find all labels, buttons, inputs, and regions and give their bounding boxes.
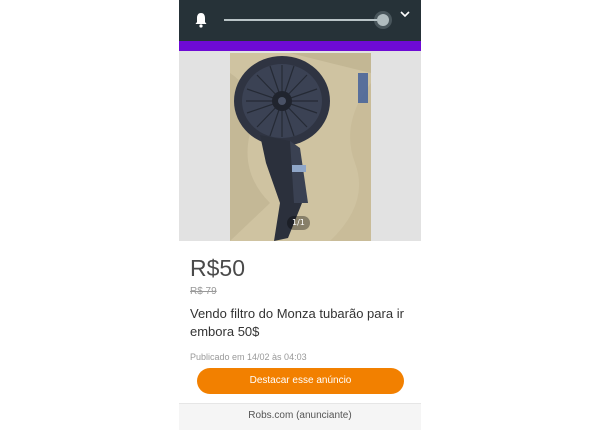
listing-title: Vendo filtro do Monza tubarão para ir em…: [190, 306, 404, 339]
image-gallery[interactable]: 1/1: [179, 51, 421, 241]
app-screen: 1/1 R$50 R$ 79 Vendo filtro do Monza tub…: [179, 0, 421, 430]
status-bar: [179, 0, 421, 41]
volume-slider-thumb[interactable]: [377, 14, 390, 26]
volume-slider[interactable]: [224, 19, 385, 21]
product-photo[interactable]: [230, 53, 371, 241]
accent-bar: [179, 41, 421, 51]
listing-old-price: R$ 79: [190, 286, 217, 297]
advertiser-label: Robs.com (anunciante): [248, 410, 352, 421]
listing-price: R$50: [190, 255, 245, 281]
footer: Robs.com (anunciante): [179, 403, 421, 430]
bell-icon[interactable]: [194, 12, 208, 28]
volume-slider-fill: [224, 19, 384, 21]
promote-ad-button[interactable]: Destacar esse anúncio: [197, 368, 404, 394]
image-counter: 1/1: [287, 216, 310, 230]
published-date: Publicado em 14/02 às 04:03: [190, 352, 307, 362]
chevron-down-icon[interactable]: [400, 10, 410, 18]
